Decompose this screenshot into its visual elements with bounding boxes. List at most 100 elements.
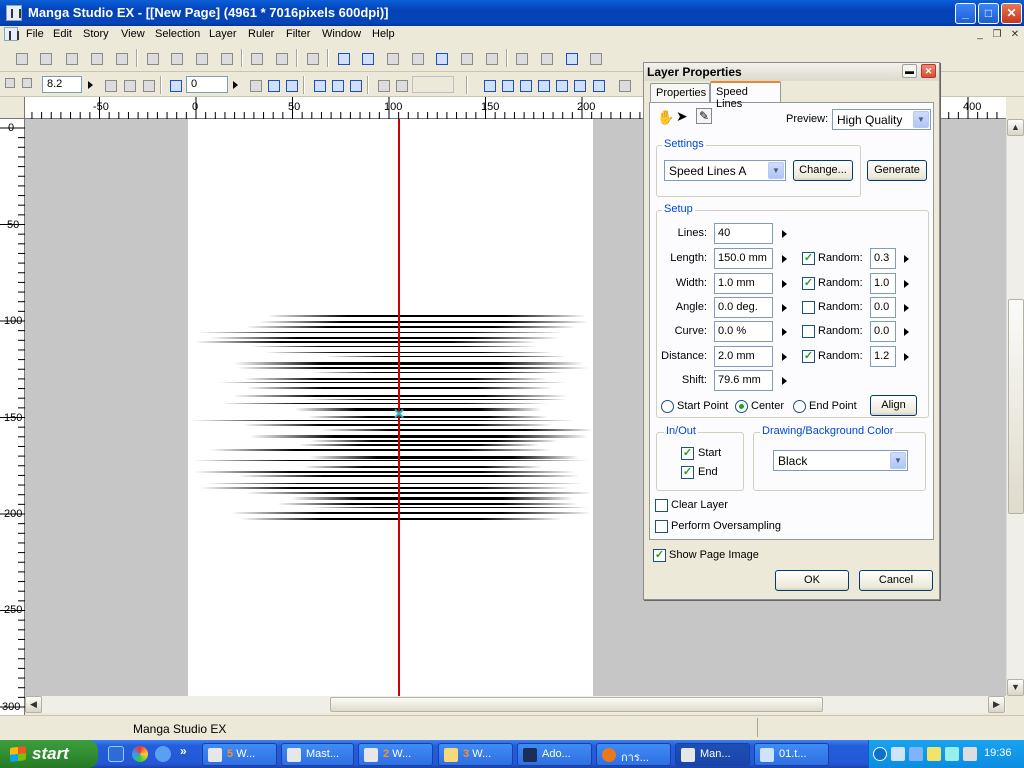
hand-tool-icon[interactable]: ✋ (657, 109, 674, 125)
in-out-end-checkbox[interactable]: ✓ (681, 466, 694, 479)
print-icon[interactable] (303, 49, 321, 67)
snap-2-icon[interactable] (392, 76, 410, 94)
snap-1-icon[interactable] (374, 76, 392, 94)
task-windows-3[interactable]: 3 W... (438, 743, 513, 766)
task-windows-explorer-5[interactable]: 5 W... (202, 743, 277, 766)
layer-view-icon[interactable] (383, 49, 401, 67)
distance-arrow-icon[interactable] (782, 353, 787, 361)
select-arrow-icon[interactable]: ➤ (676, 108, 690, 124)
check-icon[interactable] (457, 49, 475, 67)
flip-vertical-icon[interactable] (282, 76, 300, 94)
menu-selection[interactable]: Selection (155, 28, 200, 40)
zoom-in-icon[interactable] (3, 76, 17, 90)
panel-1-icon[interactable] (512, 49, 530, 67)
task-firefox[interactable]: การ... (596, 743, 671, 766)
menu-ruler[interactable]: Ruler (248, 28, 274, 40)
angle-random-input[interactable]: 0.0 (870, 297, 896, 318)
curve-input[interactable]: 0.0 % (714, 321, 773, 342)
length-random-arrow-icon[interactable] (904, 255, 909, 263)
menu-file[interactable]: File (26, 28, 44, 40)
length-arrow-icon[interactable] (782, 255, 787, 263)
scroll-left-button[interactable]: ◀ (25, 696, 42, 713)
menu-edit[interactable]: Edit (53, 28, 72, 40)
length-random-input[interactable]: 0.3 (870, 248, 896, 269)
end-point-radio[interactable] (793, 400, 806, 413)
tray-volume-icon[interactable] (963, 747, 977, 761)
tray-safety-icon[interactable] (927, 747, 941, 761)
preview-quality-select[interactable]: High Quality ▼ (832, 109, 931, 130)
frame-guide-icon[interactable] (589, 76, 607, 94)
save-all-icon[interactable] (112, 49, 130, 67)
width-input[interactable]: 1.0 mm (714, 273, 773, 294)
ruler-tool-icon[interactable] (480, 76, 498, 94)
vertical-scroll-thumb[interactable] (1008, 299, 1024, 514)
angle-random-arrow-icon[interactable] (904, 304, 909, 312)
change-button[interactable]: Change... (793, 160, 853, 181)
cut-icon[interactable] (143, 49, 161, 67)
rotate-arrow-icon[interactable] (233, 81, 238, 89)
angle-input[interactable]: 0.0 deg. (714, 297, 773, 318)
menu-story[interactable]: Story (83, 28, 109, 40)
chevron-down-icon[interactable]: ▼ (890, 452, 906, 469)
chevron-down-icon[interactable]: ▼ (768, 162, 784, 179)
menu-window[interactable]: Window (322, 28, 361, 40)
zoom-out-icon[interactable] (20, 76, 34, 90)
tray-network-icon[interactable] (891, 747, 905, 761)
mdi-restore-button[interactable]: ❐ (990, 29, 1004, 42)
flip-horizontal-icon[interactable] (264, 76, 282, 94)
story-view-icon[interactable] (358, 49, 376, 67)
distance-input[interactable]: 2.0 mm (714, 346, 773, 367)
play-icon[interactable] (586, 49, 604, 67)
horizontal-scrollbar[interactable]: ◀ ▶ (25, 696, 1006, 713)
panel-3-icon[interactable] (562, 49, 580, 67)
clear-layer-checkbox[interactable] (655, 499, 668, 512)
distance-random-arrow-icon[interactable] (904, 353, 909, 361)
align-button[interactable]: Align (870, 395, 917, 416)
perspective-icon[interactable] (498, 76, 516, 94)
width-arrow-icon[interactable] (782, 280, 787, 288)
menu-help[interactable]: Help (372, 28, 395, 40)
angle-random-checkbox[interactable] (802, 301, 815, 314)
show-page-image-checkbox[interactable]: ✓ (653, 549, 666, 562)
start-button[interactable]: start (0, 740, 98, 768)
dialog-close-button[interactable]: ✕ (921, 64, 936, 78)
more-tools-icon[interactable] (615, 76, 633, 94)
rotate-icon[interactable] (166, 76, 184, 94)
panel-2-icon[interactable] (537, 49, 555, 67)
tray-messenger-icon[interactable] (945, 747, 959, 761)
new-page-icon[interactable] (36, 49, 54, 67)
delete-icon[interactable] (217, 49, 235, 67)
lines-input[interactable]: 40 (714, 223, 773, 244)
show-desktop-icon[interactable] (108, 746, 124, 762)
undo-icon[interactable] (247, 49, 265, 67)
length-input[interactable]: 150.0 mm (714, 248, 773, 269)
curve-random-checkbox[interactable] (802, 325, 815, 338)
start-point-radio[interactable] (661, 400, 674, 413)
curve-random-arrow-icon[interactable] (904, 328, 909, 336)
maximize-button[interactable]: □ (978, 3, 999, 24)
menu-view[interactable]: View (121, 28, 145, 40)
dialog-minimize-button[interactable]: ▬ (902, 64, 917, 78)
tab-properties[interactable]: Properties (650, 83, 710, 102)
close-button[interactable]: ✕ (1001, 3, 1022, 24)
width-random-arrow-icon[interactable] (904, 280, 909, 288)
shift-input[interactable]: 79.6 mm (714, 370, 773, 391)
generate-button[interactable]: Generate (867, 160, 927, 181)
fit-width-icon[interactable] (120, 76, 138, 94)
new-story-icon[interactable] (12, 49, 30, 67)
drawing-color-select[interactable]: Black ▼ (773, 450, 908, 471)
length-random-checkbox[interactable]: ✓ (802, 252, 815, 265)
oversampling-checkbox[interactable] (655, 520, 668, 533)
zoom-field[interactable]: 8.2 (42, 76, 82, 93)
zoom-arrow-icon[interactable] (88, 81, 93, 89)
cancel-button[interactable]: Cancel (859, 570, 933, 591)
page-view-icon[interactable] (334, 49, 352, 67)
mdi-close-button[interactable]: ✕ (1008, 29, 1022, 42)
chevron-down-icon[interactable]: ▼ (913, 111, 929, 128)
tab-speed-lines[interactable]: Speed Lines (710, 81, 781, 110)
quicklaunch-chevron[interactable]: » (180, 744, 187, 758)
shift-arrow-icon[interactable] (782, 377, 787, 385)
internet-explorer-icon[interactable] (155, 746, 171, 762)
center-radio[interactable] (735, 400, 748, 413)
task-mast[interactable]: Mast... (281, 743, 354, 766)
